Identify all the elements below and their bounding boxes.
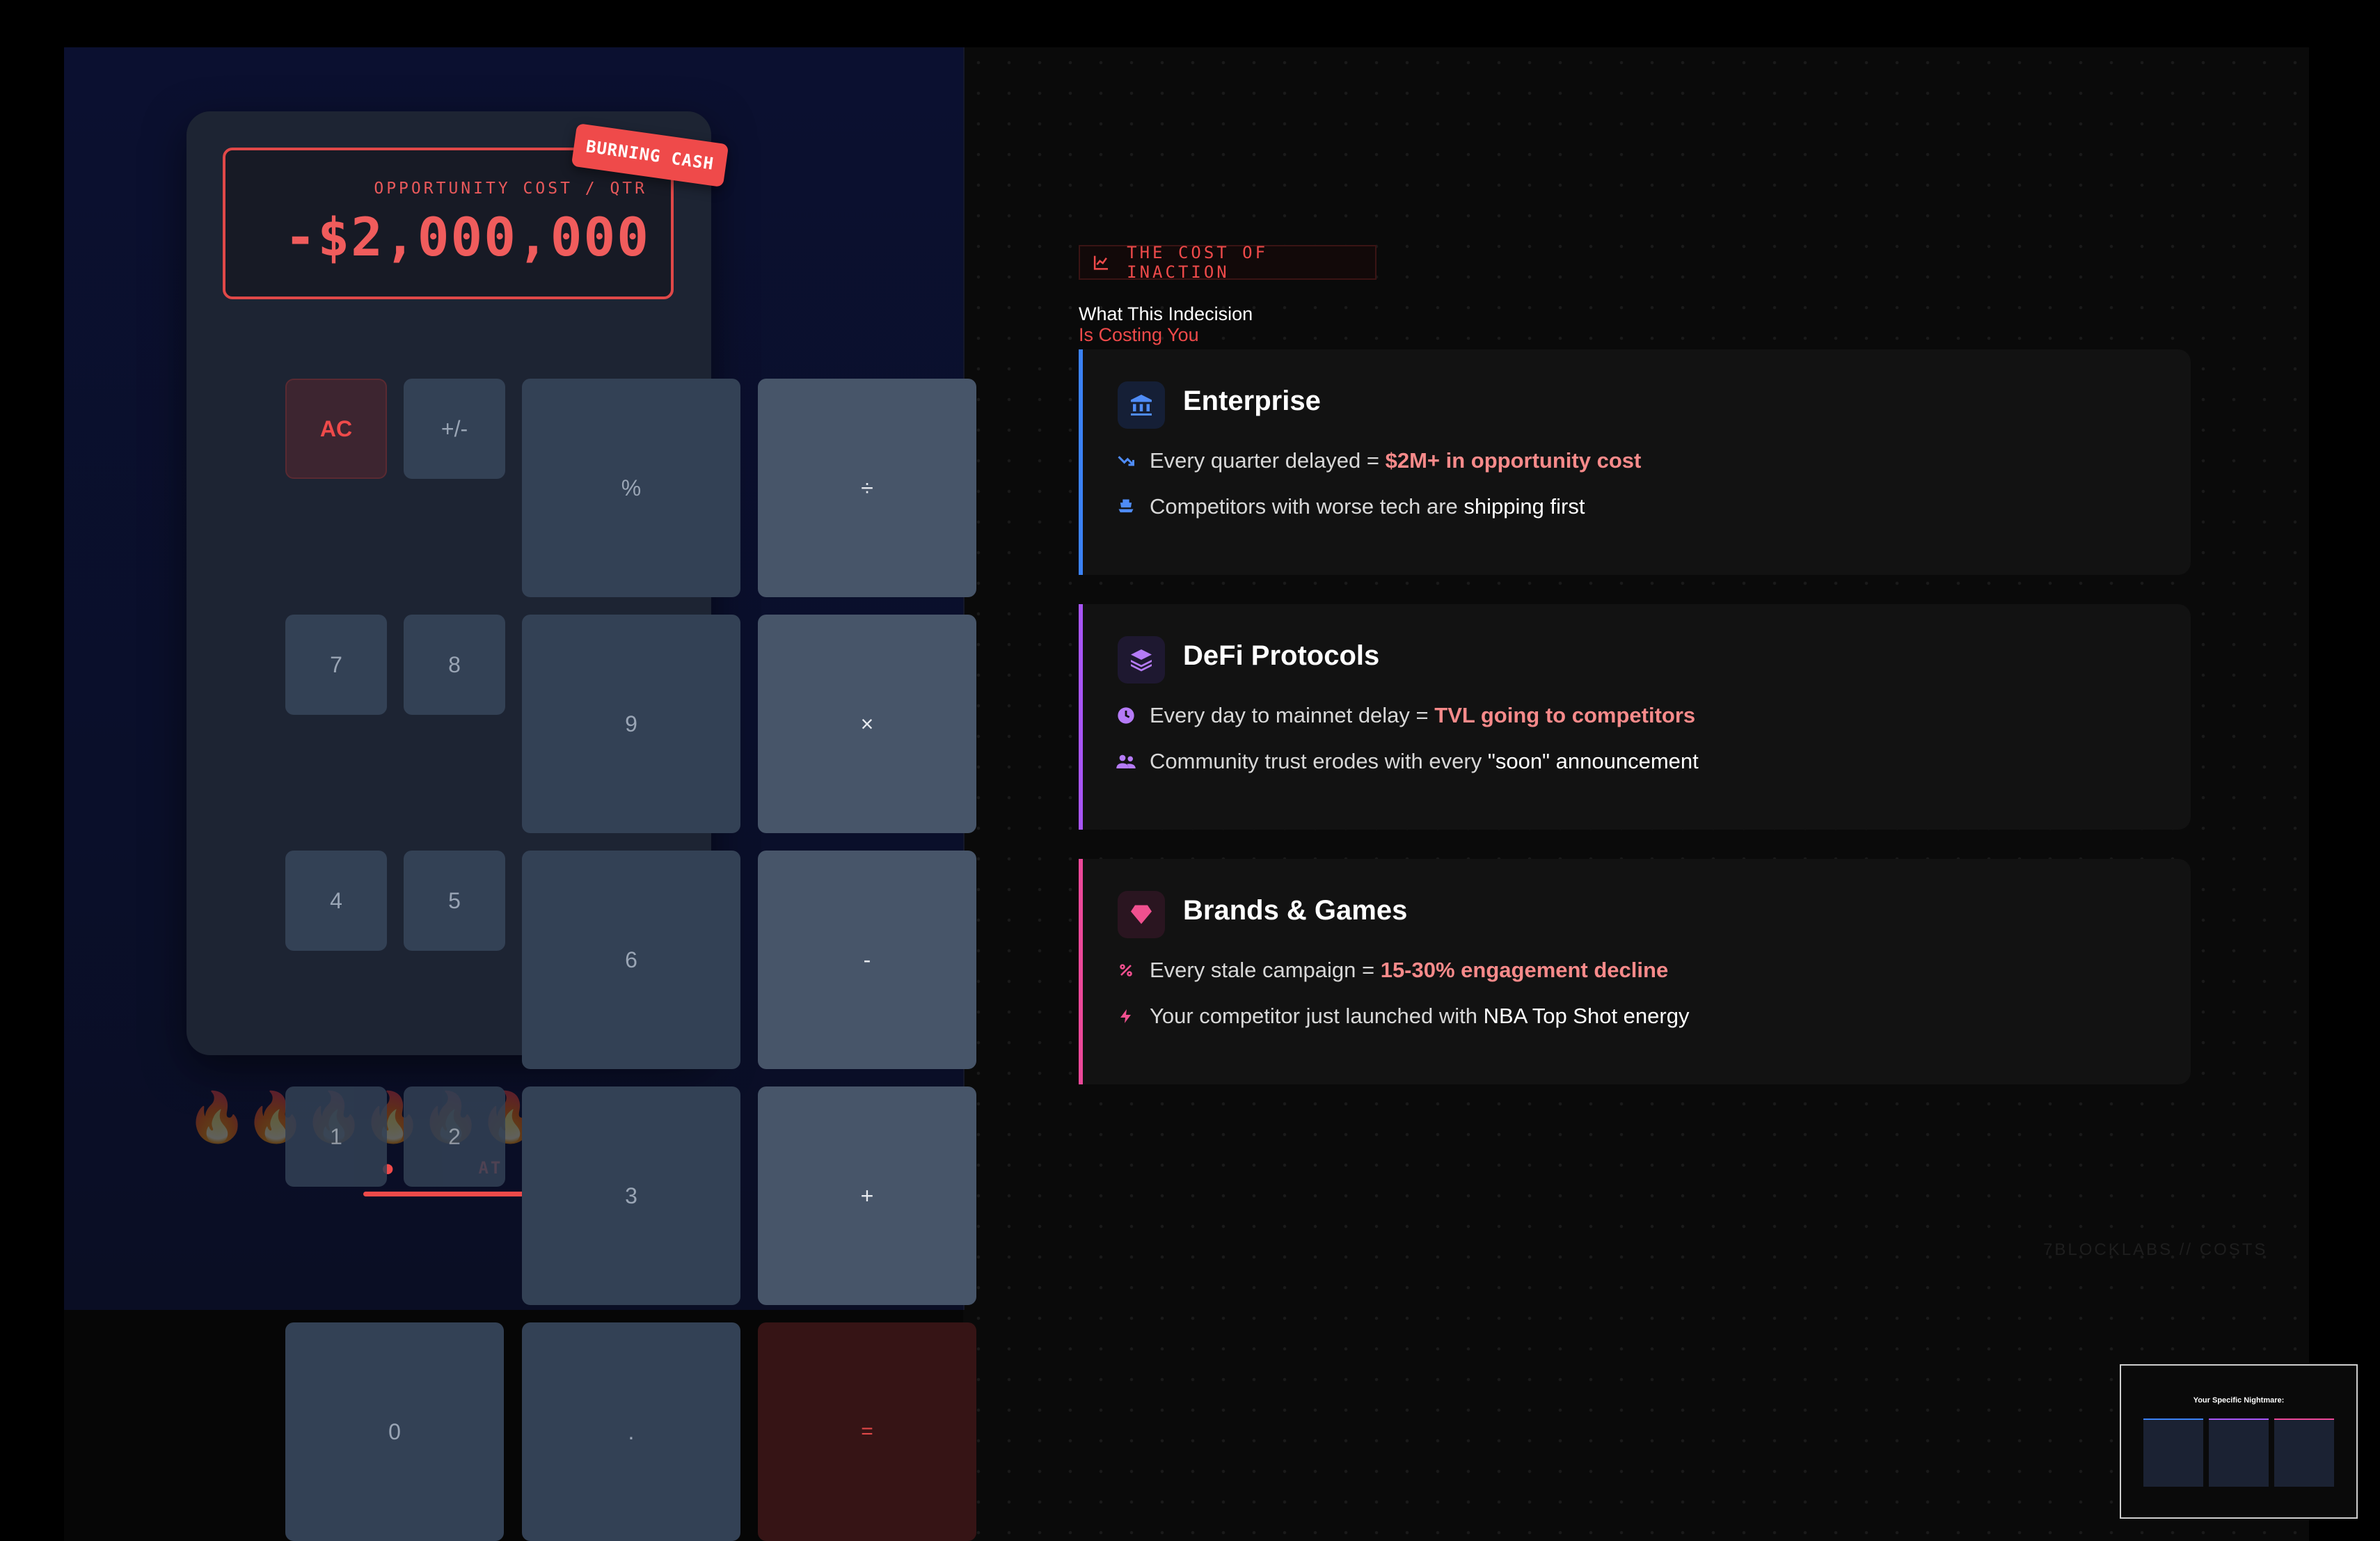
- flame-icon: 🔥: [187, 1090, 248, 1144]
- row-emphasis: "soon" announcement: [1487, 749, 1699, 773]
- footer-tag: 7BLOCKLABS // COSTS: [2043, 1240, 2268, 1259]
- key-sign[interactable]: +/-: [404, 379, 505, 479]
- heading-line-2: Is Costing You: [1079, 324, 1199, 345]
- card-brands-games: Brands & Games Every stale campaign = 15…: [1079, 859, 2191, 1084]
- key-3[interactable]: 3: [522, 1086, 740, 1305]
- card-defi-protocols: DeFi Protocols Every day to mainnet dela…: [1079, 604, 2191, 830]
- key-1[interactable]: 1: [285, 1086, 387, 1187]
- section-tag-text: THE COST OF INACTION: [1127, 243, 1269, 282]
- thumbnail-card: [2209, 1418, 2269, 1487]
- key-multiply[interactable]: ×: [758, 615, 976, 833]
- thumbnail-card: [2143, 1418, 2203, 1487]
- row-emphasis: NBA Top Shot energy: [1483, 1004, 1690, 1028]
- users-icon: [1115, 750, 1137, 773]
- row-highlight: 15-30% engagement decline: [1380, 958, 1669, 982]
- key-ac[interactable]: AC: [285, 379, 387, 479]
- display-value: -$2,000,000: [284, 206, 650, 268]
- row-highlight: TVL going to competitors: [1434, 703, 1696, 727]
- key-0[interactable]: 0: [285, 1322, 504, 1541]
- bolt-icon: [1115, 1005, 1137, 1027]
- card-row: Every stale campaign = 15-30% engagement…: [1115, 958, 1668, 983]
- row-highlight: $2M+ in opportunity cost: [1385, 448, 1642, 473]
- slide-thumbnail[interactable]: Your Specific Nightmare:: [2120, 1364, 2358, 1519]
- row-text: Community trust erodes with every: [1150, 749, 1488, 773]
- card-row: Competitors with worse tech are shipping…: [1115, 494, 1585, 519]
- card-enterprise: Enterprise Every quarter delayed = $2M+ …: [1079, 349, 2191, 575]
- key-7[interactable]: 7: [285, 615, 387, 715]
- card-accent-bar: [1079, 604, 1083, 830]
- chart-line-icon: [1093, 255, 1108, 270]
- key-5[interactable]: 5: [404, 851, 505, 951]
- card-title: Brands & Games: [1183, 895, 1408, 926]
- card-title: DeFi Protocols: [1183, 640, 1380, 671]
- card-row: Every quarter delayed = $2M+ in opportun…: [1115, 448, 1641, 473]
- section-tag: THE COST OF INACTION: [1079, 243, 1377, 282]
- row-emphasis: shipping first: [1463, 494, 1585, 519]
- key-9[interactable]: 9: [522, 615, 740, 833]
- layers-icon: [1118, 636, 1165, 683]
- card-accent-bar: [1079, 859, 1083, 1084]
- row-text: Every stale campaign =: [1150, 958, 1381, 982]
- key-percent[interactable]: %: [522, 379, 740, 597]
- key-divide[interactable]: ÷: [758, 379, 976, 597]
- percent-icon: [1115, 959, 1137, 981]
- card-title: Enterprise: [1183, 386, 1321, 416]
- heading-line-1: What This Indecision: [1079, 303, 1253, 324]
- row-text: Competitors with worse tech are: [1150, 494, 1464, 519]
- key-plus[interactable]: +: [758, 1086, 976, 1305]
- key-8[interactable]: 8: [404, 615, 505, 715]
- clock-icon: [1115, 704, 1137, 727]
- row-text: Every day to mainnet delay =: [1150, 703, 1435, 727]
- key-4[interactable]: 4: [285, 851, 387, 951]
- display-label: OPPORTUNITY COST / QTR: [374, 180, 647, 198]
- thumbnail-title: Your Specific Nightmare:: [2193, 1396, 2285, 1405]
- key-6[interactable]: 6: [522, 851, 740, 1069]
- row-text: Your competitor just launched with: [1150, 1004, 1484, 1028]
- key-2[interactable]: 2: [404, 1086, 505, 1187]
- card-accent-bar: [1079, 349, 1083, 575]
- card-row: Your competitor just launched with NBA T…: [1115, 1004, 1689, 1029]
- row-text: Every quarter delayed =: [1150, 448, 1386, 473]
- key-equals[interactable]: =: [758, 1322, 976, 1541]
- burn-progress-bar: [363, 1192, 544, 1196]
- thumbnail-card: [2274, 1418, 2334, 1487]
- trend-down-icon: [1115, 450, 1137, 472]
- bank-icon: [1118, 381, 1165, 429]
- card-row: Community trust erodes with every "soon"…: [1115, 749, 1699, 774]
- gem-icon: [1118, 891, 1165, 938]
- key-minus[interactable]: -: [758, 851, 976, 1069]
- card-row: Every day to mainnet delay = TVL going t…: [1115, 703, 1695, 728]
- ship-icon: [1115, 496, 1137, 518]
- key-dot[interactable]: .: [522, 1322, 740, 1541]
